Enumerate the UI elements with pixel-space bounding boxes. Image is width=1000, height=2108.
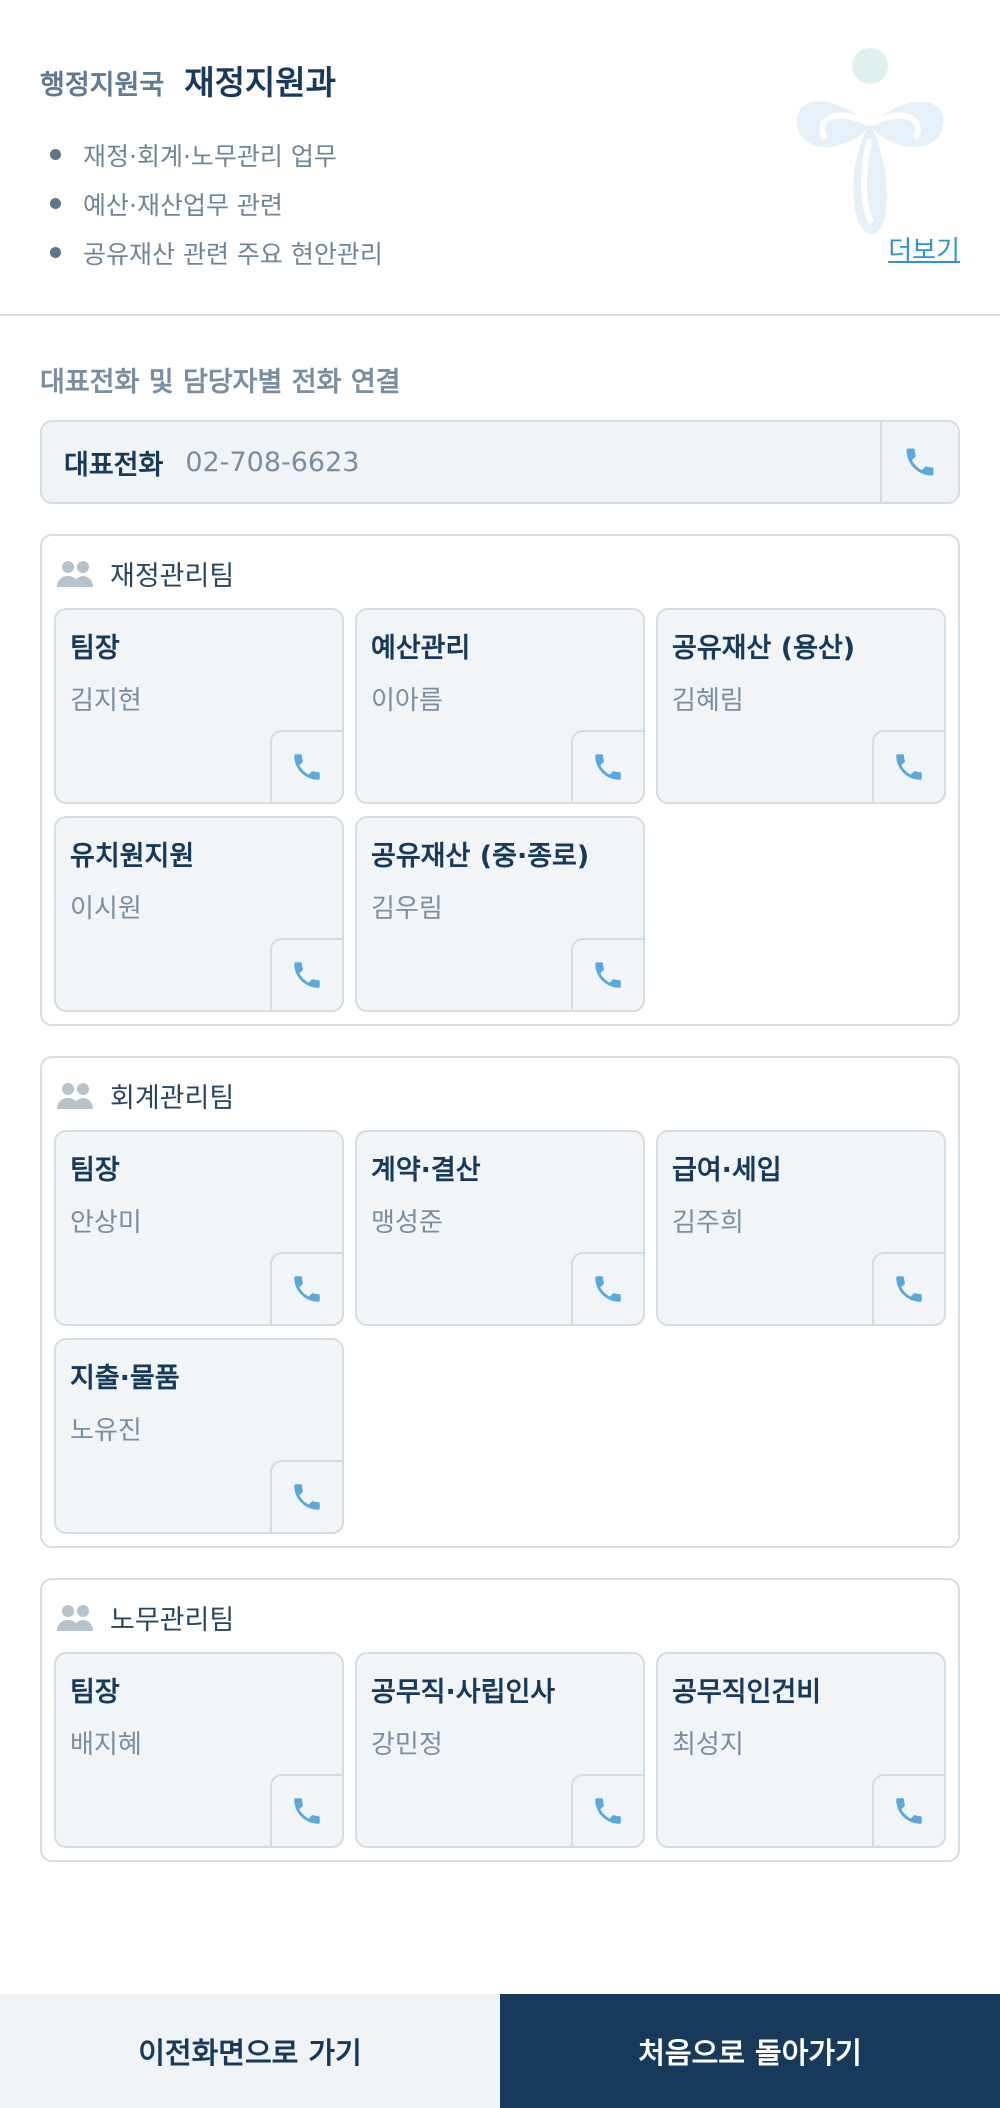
go-home-button[interactable]: 처음으로 돌아가기: [500, 1994, 1000, 2108]
phone-icon: [294, 962, 320, 988]
phone-icon: [294, 1798, 320, 1824]
member-card[interactable]: 예산관리 이아름: [355, 608, 645, 804]
member-name: 김주희: [672, 1208, 744, 1238]
call-button[interactable]: [571, 1252, 645, 1326]
phone-icon: [595, 754, 621, 780]
member-card[interactable]: 급여·세입 김주희: [656, 1130, 946, 1326]
member-role: 예산관리: [371, 633, 471, 664]
call-button[interactable]: [571, 938, 645, 1012]
duties-list: 재정·회계·노무관리 업무 예산·재산업무 관련 공유재산 관련 주요 현안관리: [40, 130, 383, 277]
member-role: 팀장: [70, 1155, 120, 1186]
bullet-icon: [50, 247, 61, 258]
member-role: 팀장: [70, 1677, 120, 1708]
call-button[interactable]: [270, 730, 344, 804]
phone-icon: [595, 1276, 621, 1302]
member-card[interactable]: 공유재산 (용산) 김혜림: [656, 608, 946, 804]
member-role: 공무직인건비: [672, 1677, 822, 1708]
member-card[interactable]: 팀장 김지현: [54, 608, 344, 804]
member-role: 팀장: [70, 633, 120, 664]
call-button[interactable]: [571, 730, 645, 804]
main-phone-call-button[interactable]: [880, 422, 958, 502]
call-button[interactable]: [872, 730, 946, 804]
phone-icon: [906, 448, 934, 476]
team-card-labor: 노무관리팀 팀장 배지혜 공무직·사립인사 강민정 공무직인건비 최성지: [40, 1578, 960, 1862]
team-card-accounting: 회계관리팀 팀장 안상미 계약·결산 맹성준 급여·세입 김주희 지출·물품 노…: [40, 1056, 960, 1548]
bottom-navigation: 이전화면으로 가기 처음으로 돌아가기: [0, 1994, 1000, 2108]
member-card[interactable]: 계약·결산 맹성준: [355, 1130, 645, 1326]
member-name: 이아름: [371, 686, 443, 716]
phone-icon: [294, 1484, 320, 1510]
member-card[interactable]: 지출·물품 노유진: [54, 1338, 344, 1534]
main-phone-row: 대표전화 02-708-6623: [40, 420, 960, 504]
main-phone-number: 02-708-6623: [185, 446, 360, 478]
contact-section-title: 대표전화 및 담당자별 전화 연결: [40, 367, 401, 398]
member-card[interactable]: 공무직인건비 최성지: [656, 1652, 946, 1848]
call-button[interactable]: [872, 1774, 946, 1848]
team-name: 재정관리팀: [110, 561, 235, 592]
member-role: 유치원지원: [70, 841, 195, 872]
team-name: 회계관리팀: [110, 1083, 235, 1114]
bullet-icon: [50, 149, 61, 160]
team-header: 재정관리팀: [56, 554, 234, 593]
department-header: 행정지원국 재정지원과 재정·회계·노무관리 업무 예산·재산업무 관련 공유재…: [0, 0, 1000, 316]
people-icon: [57, 560, 93, 587]
go-back-button[interactable]: 이전화면으로 가기: [0, 1994, 500, 2108]
team-header: 회계관리팀: [56, 1076, 234, 1115]
member-name: 노유진: [70, 1416, 142, 1446]
bullet-icon: [50, 198, 61, 209]
team-card-finance: 재정관리팀 팀장 김지현 예산관리 이아름 공유재산 (용산) 김혜림 유치원지…: [40, 534, 960, 1026]
member-card[interactable]: 공무직·사립인사 강민정: [355, 1652, 645, 1848]
member-name: 맹성준: [371, 1208, 443, 1238]
member-name: 배지혜: [70, 1730, 142, 1760]
member-name: 강민정: [371, 1730, 443, 1760]
member-name: 이시원: [70, 894, 142, 924]
phone-icon: [595, 962, 621, 988]
member-role: 공무직·사립인사: [371, 1677, 556, 1708]
phone-icon: [294, 754, 320, 780]
member-role: 공유재산 (용산): [672, 633, 856, 664]
duty-item: 재정·회계·노무관리 업무: [40, 130, 383, 179]
call-button[interactable]: [571, 1774, 645, 1848]
member-name: 안상미: [70, 1208, 142, 1238]
bureau-name: 행정지원국: [40, 70, 165, 101]
team-name: 노무관리팀: [110, 1605, 235, 1636]
member-card[interactable]: 유치원지원 이시원: [54, 816, 344, 1012]
team-header: 노무관리팀: [56, 1598, 234, 1637]
member-role: 공유재산 (중·종로): [371, 841, 590, 872]
member-name: 김우림: [371, 894, 443, 924]
main-phone-label: 대표전화: [64, 449, 164, 481]
member-card[interactable]: 팀장 안상미: [54, 1130, 344, 1326]
member-name: 김지현: [70, 686, 142, 716]
member-role: 계약·결산: [371, 1155, 481, 1186]
member-name: 최성지: [672, 1730, 744, 1760]
member-card[interactable]: 팀장 배지혜: [54, 1652, 344, 1848]
call-button[interactable]: [872, 1252, 946, 1326]
member-card[interactable]: 공유재산 (중·종로) 김우림: [355, 816, 645, 1012]
phone-icon: [896, 754, 922, 780]
phone-icon: [294, 1276, 320, 1302]
department-title-row: 행정지원국 재정지원과: [40, 56, 336, 104]
duty-item: 예산·재산업무 관련: [40, 179, 383, 228]
member-role: 지출·물품: [70, 1363, 180, 1394]
call-button[interactable]: [270, 938, 344, 1012]
phone-icon: [595, 1798, 621, 1824]
people-icon: [57, 1604, 93, 1631]
call-button[interactable]: [270, 1252, 344, 1326]
phone-icon: [896, 1798, 922, 1824]
people-icon: [57, 1082, 93, 1109]
call-button[interactable]: [270, 1460, 344, 1534]
division-name: 재정지원과: [184, 63, 337, 102]
member-name: 김혜림: [672, 686, 744, 716]
member-role: 급여·세입: [672, 1155, 782, 1186]
duty-item: 공유재산 관련 주요 현안관리: [40, 228, 383, 277]
call-button[interactable]: [270, 1774, 344, 1848]
phone-icon: [896, 1276, 922, 1302]
more-link[interactable]: 더보기: [888, 230, 960, 267]
mascot-logo-icon: [796, 48, 944, 234]
